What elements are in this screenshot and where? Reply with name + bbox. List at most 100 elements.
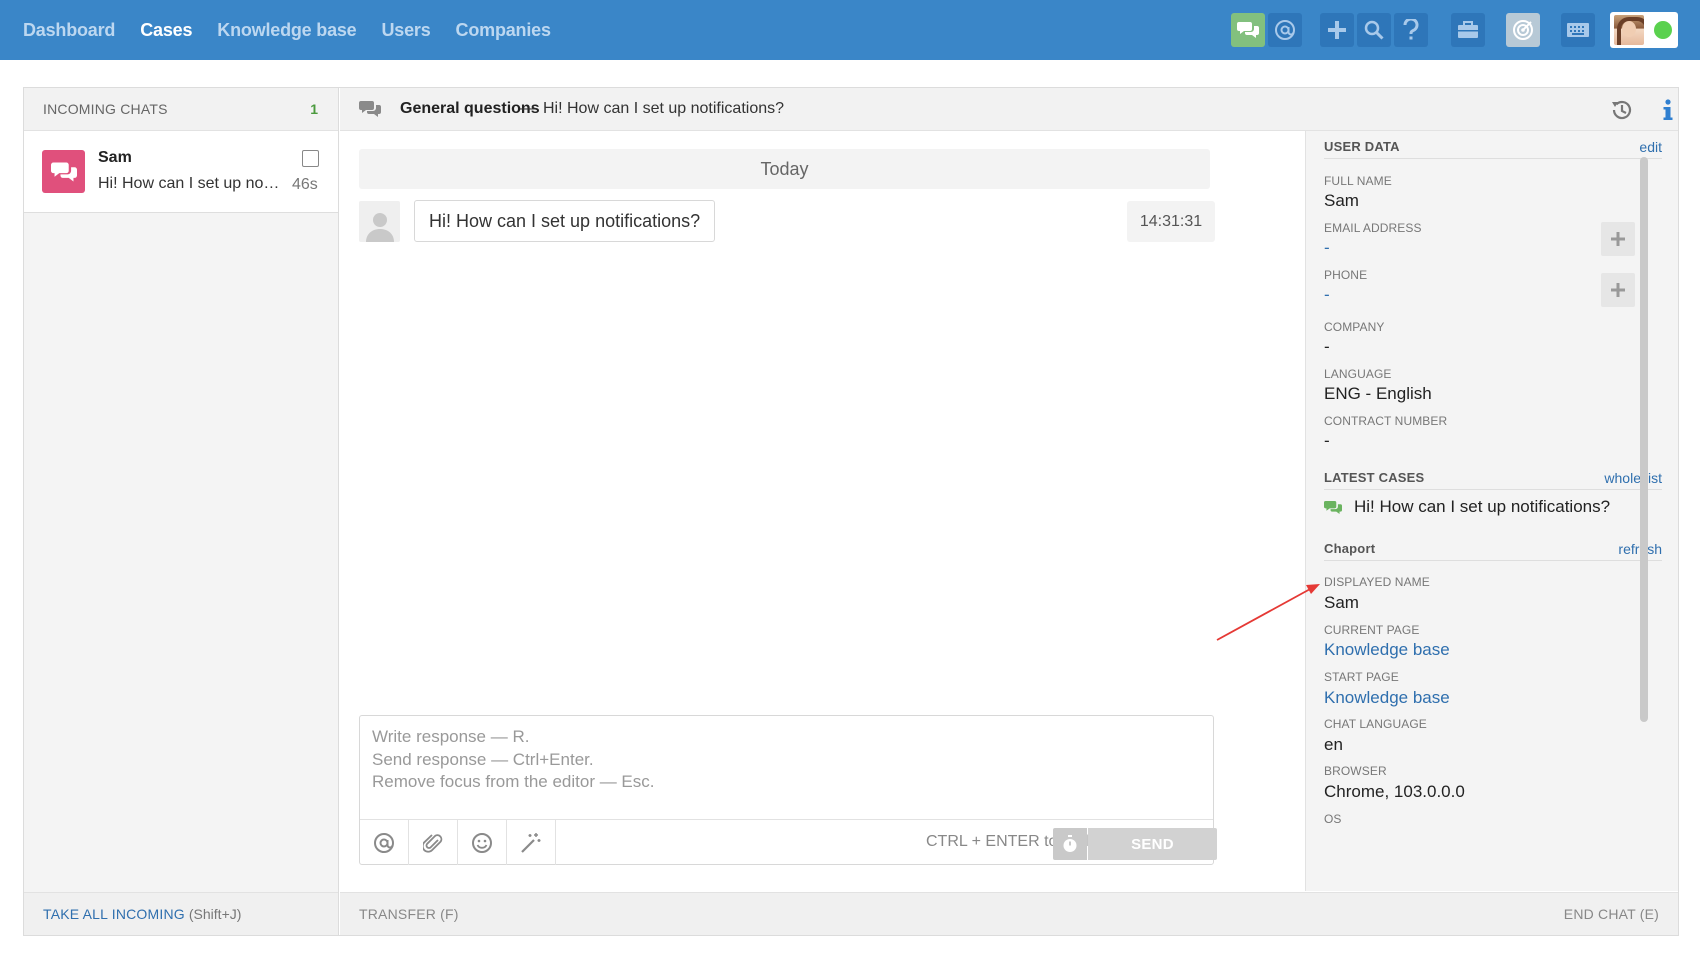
at-icon bbox=[1275, 20, 1295, 40]
field-label: CONTRACT NUMBER bbox=[1324, 414, 1448, 428]
incoming-chats-header: INCOMING CHATS 1 bbox=[24, 88, 338, 131]
chats-icon bbox=[1237, 22, 1259, 38]
add-email-button[interactable] bbox=[1601, 222, 1635, 256]
keyboard-icon bbox=[1567, 23, 1589, 37]
plus-icon bbox=[1328, 21, 1346, 39]
smile-icon bbox=[472, 832, 492, 853]
avatar bbox=[1614, 15, 1644, 45]
latest-case-item[interactable]: Hi! How can I set up notifications? bbox=[1324, 497, 1610, 517]
agent-profile-button[interactable] bbox=[1610, 12, 1678, 48]
edit-user-link[interactable]: edit bbox=[1639, 139, 1662, 155]
main-nav: Dashboard Cases Knowledge base Users Com… bbox=[23, 0, 551, 60]
chaport-section-header: Chaport refresh bbox=[1324, 541, 1662, 561]
conversation-topic: General questions bbox=[400, 100, 540, 117]
stopwatch-icon bbox=[1063, 835, 1077, 852]
chats-icon bbox=[1324, 500, 1342, 514]
nav-users[interactable]: Users bbox=[382, 20, 431, 41]
info-button[interactable] bbox=[1656, 98, 1680, 122]
magic-wand-icon bbox=[521, 832, 541, 853]
incoming-chats-count: 1 bbox=[310, 101, 318, 117]
target-button[interactable] bbox=[1506, 13, 1540, 47]
mentions-button[interactable] bbox=[1268, 13, 1302, 47]
field-label: BROWSER bbox=[1324, 764, 1387, 778]
incoming-chats-panel: INCOMING CHATS 1 Sam Hi! How can I set u… bbox=[24, 88, 339, 935]
add-phone-button[interactable] bbox=[1601, 273, 1635, 307]
search-button[interactable] bbox=[1357, 13, 1391, 47]
user-info-panel: USER DATA edit FULL NAME Sam EMAIL ADDRE… bbox=[1305, 131, 1678, 891]
field-label: START PAGE bbox=[1324, 670, 1399, 684]
history-icon bbox=[1612, 100, 1632, 120]
take-all-shortcut: (Shift+J) bbox=[188, 906, 242, 922]
panel-scrollbar[interactable] bbox=[1640, 157, 1648, 722]
phone-value: - bbox=[1324, 285, 1330, 304]
end-chat-button[interactable]: END CHAT (E) bbox=[1564, 906, 1659, 922]
chat-wait-time: 46s bbox=[292, 176, 318, 193]
history-button[interactable] bbox=[1610, 98, 1634, 122]
magic-wand-button[interactable] bbox=[507, 820, 556, 865]
latest-cases-section-header: LATEST CASES whole list bbox=[1324, 470, 1662, 490]
section-title: Chaport bbox=[1324, 541, 1376, 556]
visitor-avatar bbox=[359, 201, 400, 242]
displayed-name-value: Sam bbox=[1324, 593, 1359, 612]
chats-icon bbox=[359, 101, 381, 117]
chat-select-checkbox[interactable] bbox=[302, 150, 319, 167]
conversation-header: General questions — Hi! How can I set up… bbox=[340, 88, 1678, 131]
incoming-chats-title: INCOMING CHATS bbox=[43, 101, 168, 117]
take-all-incoming-button[interactable]: TAKE ALL INCOMING (Shift+J) bbox=[24, 892, 338, 935]
response-editor[interactable]: Write response — R. Send response — Ctrl… bbox=[359, 715, 1217, 865]
field-label: OS bbox=[1324, 812, 1342, 826]
mention-button[interactable] bbox=[360, 820, 409, 865]
top-navigation-bar: Dashboard Cases Knowledge base Users Com… bbox=[0, 0, 1700, 60]
target-icon bbox=[1513, 20, 1533, 40]
company-value: - bbox=[1324, 337, 1330, 356]
field-label: CURRENT PAGE bbox=[1324, 623, 1420, 637]
help-button[interactable] bbox=[1394, 13, 1428, 47]
field-label: CHAT LANGUAGE bbox=[1324, 717, 1427, 731]
nav-dashboard[interactable]: Dashboard bbox=[23, 20, 115, 41]
editor-toolbar: CTRL + ENTER to reply SEND bbox=[360, 819, 1217, 865]
chat-list-item[interactable]: Sam Hi! How can I set up notifications? … bbox=[24, 131, 338, 213]
field-label: DISPLAYED NAME bbox=[1324, 575, 1430, 589]
emoji-button[interactable] bbox=[458, 820, 507, 865]
help-icon bbox=[1403, 19, 1419, 40]
email-value: - bbox=[1324, 238, 1330, 257]
create-button[interactable] bbox=[1320, 13, 1354, 47]
chats-button[interactable] bbox=[1231, 13, 1265, 47]
day-divider: Today bbox=[359, 149, 1210, 189]
conversation-subject: Hi! How can I set up notifications? bbox=[543, 100, 785, 117]
user-data-section-header: USER DATA edit bbox=[1324, 139, 1662, 159]
field-label: PHONE bbox=[1324, 268, 1368, 282]
send-button[interactable]: SEND bbox=[1088, 828, 1217, 860]
current-page-link[interactable]: Knowledge base bbox=[1324, 640, 1450, 660]
nav-cases[interactable]: Cases bbox=[140, 20, 192, 41]
placeholder-line: Send response — Ctrl+Enter. bbox=[372, 749, 594, 769]
full-name-value: Sam bbox=[1324, 191, 1359, 210]
message-area: Today Hi! How can I set up notifications… bbox=[340, 131, 1230, 891]
take-all-label: TAKE ALL INCOMING bbox=[43, 906, 185, 922]
contract-number-value: - bbox=[1324, 431, 1330, 450]
online-status-indicator bbox=[1654, 21, 1672, 39]
delayed-send-button[interactable] bbox=[1053, 828, 1087, 860]
keyboard-button[interactable] bbox=[1561, 13, 1595, 47]
nav-companies[interactable]: Companies bbox=[456, 20, 551, 41]
section-title: LATEST CASES bbox=[1324, 470, 1425, 485]
chats-icon bbox=[50, 162, 77, 181]
chat-avatar bbox=[42, 150, 85, 193]
plus-icon bbox=[1611, 232, 1625, 246]
placeholder-line: Remove focus from the editor — Esc. bbox=[372, 772, 655, 791]
field-label: EMAIL ADDRESS bbox=[1324, 221, 1422, 235]
placeholder-line: Write response — R. bbox=[372, 727, 530, 746]
whole-list-link[interactable]: whole list bbox=[1604, 470, 1662, 486]
conversation-footer: TRANSFER (F) END CHAT (E) bbox=[340, 892, 1678, 935]
chat-preview: Hi! How can I set up notifications? bbox=[98, 175, 280, 192]
chat-visitor-name: Sam bbox=[98, 149, 132, 166]
attach-button[interactable] bbox=[409, 820, 458, 865]
briefcase-button[interactable] bbox=[1451, 13, 1485, 47]
conversation-separator: — bbox=[520, 100, 536, 117]
start-page-link[interactable]: Knowledge base bbox=[1324, 688, 1450, 708]
nav-knowledge-base[interactable]: Knowledge base bbox=[217, 20, 356, 41]
chat-language-value: en bbox=[1324, 735, 1343, 754]
field-label: LANGUAGE bbox=[1324, 367, 1392, 381]
field-label: FULL NAME bbox=[1324, 174, 1392, 188]
transfer-button[interactable]: TRANSFER (F) bbox=[359, 906, 459, 922]
